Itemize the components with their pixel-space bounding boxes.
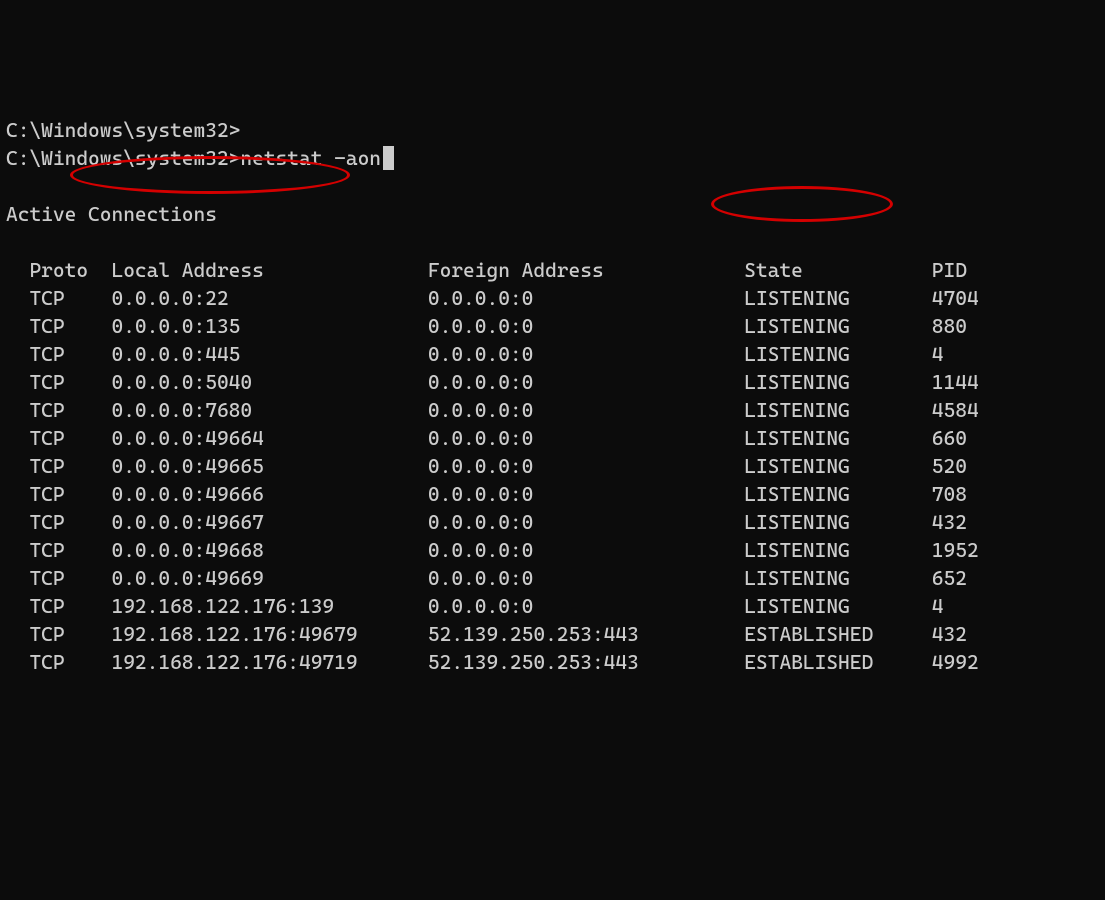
table-row: TCP 0.0.0.0:49665 0.0.0.0:0 LISTENING 52…	[6, 452, 1099, 480]
blank-line-2	[6, 228, 1099, 256]
command-input[interactable]: netstat -aon	[240, 146, 381, 170]
table-row: TCP 0.0.0.0:49666 0.0.0.0:0 LISTENING 70…	[6, 480, 1099, 508]
table-row: TCP 0.0.0.0:22 0.0.0.0:0 LISTENING 4704	[6, 284, 1099, 312]
table-row: TCP 192.168.122.176:49719 52.139.250.253…	[6, 648, 1099, 676]
table-row: TCP 0.0.0.0:49668 0.0.0.0:0 LISTENING 19…	[6, 536, 1099, 564]
connections-table: TCP 0.0.0.0:22 0.0.0.0:0 LISTENING 4704 …	[6, 284, 1099, 676]
table-row: TCP 0.0.0.0:445 0.0.0.0:0 LISTENING 4	[6, 340, 1099, 368]
table-row: TCP 0.0.0.0:135 0.0.0.0:0 LISTENING 880	[6, 312, 1099, 340]
table-row: TCP 192.168.122.176:49679 52.139.250.253…	[6, 620, 1099, 648]
cursor-icon	[383, 146, 394, 170]
table-row: TCP 192.168.122.176:139 0.0.0.0:0 LISTEN…	[6, 592, 1099, 620]
table-row: TCP 0.0.0.0:5040 0.0.0.0:0 LISTENING 114…	[6, 368, 1099, 396]
prompt-line-1: C:\Windows\system32>	[6, 116, 1099, 144]
table-row: TCP 0.0.0.0:49669 0.0.0.0:0 LISTENING 65…	[6, 564, 1099, 592]
table-row: TCP 0.0.0.0:49667 0.0.0.0:0 LISTENING 43…	[6, 508, 1099, 536]
blank-line-1	[6, 172, 1099, 200]
prompt-1: C:\Windows\system32>	[6, 118, 240, 142]
section-title: Active Connections	[6, 200, 1099, 228]
table-row: TCP 0.0.0.0:7680 0.0.0.0:0 LISTENING 458…	[6, 396, 1099, 424]
prompt-line-2[interactable]: C:\Windows\system32>netstat -aon	[6, 144, 1099, 172]
table-row: TCP 0.0.0.0:49664 0.0.0.0:0 LISTENING 66…	[6, 424, 1099, 452]
prompt-2: C:\Windows\system32>	[6, 146, 240, 170]
header-row: Proto Local Address Foreign Address Stat…	[6, 256, 1099, 284]
